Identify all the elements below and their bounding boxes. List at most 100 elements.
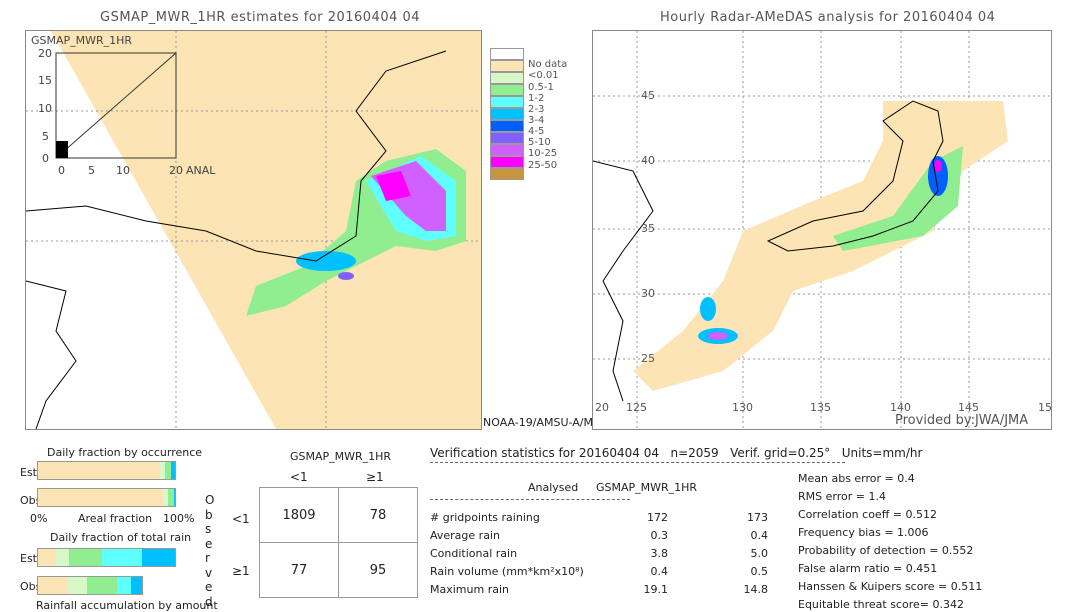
legend-swatch (490, 48, 524, 60)
legend-swatch (490, 84, 524, 96)
row-header: <1 (232, 512, 250, 526)
inset-ytick: 20 (38, 47, 52, 60)
inset-xtick: 20 (169, 164, 183, 177)
est-label: Est (20, 552, 37, 565)
inset-ytick: 10 (38, 102, 52, 115)
left-map: GSMAP_MWR_1HR ANAL 20 15 10 5 0 0 5 10 2… (25, 30, 482, 430)
lon-tick: 15 (1038, 401, 1052, 414)
cell: 95 (338, 542, 418, 598)
total-rain-obs-bar (37, 576, 143, 595)
lon-tick: 130 (732, 401, 753, 414)
total-rain-title: Daily fraction of total rain (50, 531, 192, 544)
row-header: ≥1 (232, 564, 250, 578)
cell: 1809 (259, 487, 339, 543)
score: Frequency bias = 1.006 (798, 526, 929, 539)
legend-label: 0.5-1 (528, 82, 554, 93)
score: Mean abs error = 0.4 (798, 472, 915, 485)
score: Probability of detection = 0.552 (798, 544, 974, 557)
credit: Provided by:JWA/JMA (895, 413, 1029, 428)
row-label: # gridpoints raining (430, 511, 540, 524)
col-est: GSMAP_MWR_1HR (596, 481, 698, 494)
row-label: Maximum rain (430, 583, 509, 596)
divider (430, 499, 630, 500)
legend-swatch (490, 96, 524, 108)
inset-ytick: 0 (42, 152, 49, 165)
value: 5.0 (750, 547, 769, 560)
score: Equitable threat score= 0.342 (798, 598, 964, 611)
legend-swatch (490, 156, 524, 168)
score: Hanssen & Kuipers score = 0.511 (798, 580, 983, 593)
legend-label: 2-3 (528, 104, 545, 115)
inset-ytick: 5 (42, 130, 49, 143)
legend-swatch (490, 60, 524, 72)
divider (430, 462, 845, 463)
legend-label: 1-2 (528, 93, 545, 104)
total-rain-est-bar (37, 548, 176, 567)
legend-label: 3-4 (528, 115, 545, 126)
score: False alarm ratio = 0.451 (798, 562, 938, 575)
stats-header: Verification statistics for 20160404 04 … (430, 446, 923, 460)
legend-swatch (490, 120, 524, 132)
right-map-svg (593, 31, 1051, 429)
value: 3.8 (650, 547, 669, 560)
value: 172 (647, 511, 668, 524)
legend-label: No data (528, 59, 568, 70)
lat-tick: 30 (641, 287, 655, 300)
score: Correlation coeff = 0.512 (798, 508, 937, 521)
row-label: Conditional rain (430, 547, 518, 560)
left-map-title: GSMAP_MWR_1HR estimates for 20160404 04 (100, 10, 421, 25)
value: 0.3 (650, 529, 669, 542)
contingency-table: 1809 78 77 95 (259, 487, 418, 598)
row-label: Average rain (430, 529, 500, 542)
right-map: 45 40 35 30 25 20 125 130 135 140 145 15… (592, 30, 1052, 430)
value: 19.1 (643, 583, 669, 596)
inset-xtick: 5 (88, 164, 95, 177)
lat-tick: 25 (641, 352, 655, 365)
cell: 78 (338, 487, 418, 543)
right-map-title: Hourly Radar-AMeDAS analysis for 2016040… (660, 10, 996, 25)
axis-left: 0% (30, 512, 48, 525)
inset-xtick: 0 (58, 164, 65, 177)
value: 0.4 (650, 565, 669, 578)
legend-swatch (490, 72, 524, 84)
inset-xtick: 10 (116, 164, 130, 177)
occurrence-obs-bar (37, 488, 176, 507)
col-header: <1 (290, 470, 308, 484)
value: 173 (747, 511, 768, 524)
occurrence-est-bar (37, 461, 176, 480)
legend-label: 4-5 (528, 126, 545, 137)
legend-swatch (490, 144, 524, 156)
cell: 77 (259, 542, 339, 598)
legend-label: <0.01 (528, 70, 559, 81)
legend-label: 25-50 (528, 160, 558, 171)
col-header: ≥1 (366, 470, 384, 484)
legend-label: 10-25 (528, 148, 558, 159)
value: 0.5 (750, 565, 769, 578)
est-label: Est (20, 466, 37, 479)
legend-swatch (490, 168, 524, 180)
col-analysed: Analysed (528, 481, 579, 494)
score: RMS error = 1.4 (798, 490, 886, 503)
axis-mid: Areal fraction (78, 512, 153, 525)
observed-label: Observed (205, 493, 215, 609)
left-map-svg (26, 31, 481, 429)
lon-tick: 125 (626, 401, 647, 414)
legend-swatch (490, 108, 524, 120)
lon-tick: 135 (810, 401, 831, 414)
lat-tick: 35 (641, 222, 655, 235)
inset-xlabel: ANAL (186, 164, 216, 177)
contingency-title: GSMAP_MWR_1HR (290, 450, 392, 463)
value: 0.4 (750, 529, 769, 542)
lat-tick: 45 (641, 89, 655, 102)
legend-label: 5-10 (528, 137, 551, 148)
legend-swatch (490, 132, 524, 144)
lat-tick: 20 (595, 401, 609, 414)
lat-tick: 40 (641, 154, 655, 167)
row-label: Rain volume (mm*km²x10⁸) (430, 565, 584, 578)
inset-ytick: 15 (38, 74, 52, 87)
total-rain-caption: Rainfall accumulation by amount (36, 599, 218, 612)
axis-right: 100% (163, 512, 195, 525)
value: 14.8 (743, 583, 769, 596)
occurrence-title: Daily fraction by occurrence (47, 446, 203, 459)
inset-ylabel: GSMAP_MWR_1HR (31, 34, 133, 47)
